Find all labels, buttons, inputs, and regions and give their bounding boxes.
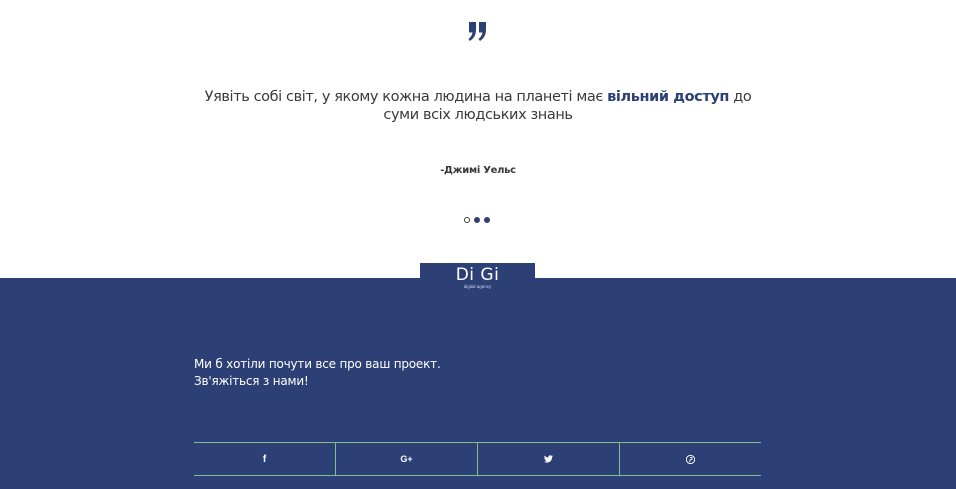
- contact-line-2: Зв'яжіться з нами!: [194, 373, 309, 388]
- carousel-dots: [464, 217, 490, 223]
- testimonial-section: Уявіть собі світ, у якому кожна людина н…: [0, 0, 956, 278]
- logo[interactable]: Di Gi digital agency: [420, 263, 535, 295]
- twitter-button[interactable]: [477, 443, 619, 475]
- quote-highlight: вільний доступ: [607, 89, 730, 105]
- contact-line-1: Ми б хотіли почути все про ваш проект.: [194, 357, 441, 371]
- contact-text: Ми б хотіли почути все про ваш проект. З…: [194, 356, 441, 389]
- quote-text-start: Уявіть собі світ, у якому кожна людина н…: [204, 89, 608, 105]
- quote-icon: [468, 20, 488, 44]
- google-plus-button[interactable]: G+: [335, 443, 477, 475]
- carousel-dot-3[interactable]: [484, 217, 490, 223]
- facebook-icon: f: [262, 453, 267, 465]
- carousel-dot-2[interactable]: [474, 217, 480, 223]
- quote-text: Уявіть собі світ, у якому кожна людина н…: [190, 88, 766, 124]
- pinterest-icon: [686, 454, 695, 464]
- carousel-dot-1[interactable]: [464, 217, 470, 223]
- logo-tagline: digital agency: [463, 284, 492, 289]
- google-plus-icon: G+: [400, 454, 413, 464]
- facebook-button[interactable]: f: [194, 443, 335, 475]
- twitter-icon: [544, 455, 553, 463]
- pinterest-button[interactable]: [619, 443, 761, 475]
- social-links: f G+: [194, 442, 761, 476]
- logo-text: Di Gi: [455, 265, 500, 285]
- quote-author: -Джимі Уельс: [440, 165, 516, 176]
- footer: Ми б хотіли почути все про ваш проект. З…: [0, 278, 956, 489]
